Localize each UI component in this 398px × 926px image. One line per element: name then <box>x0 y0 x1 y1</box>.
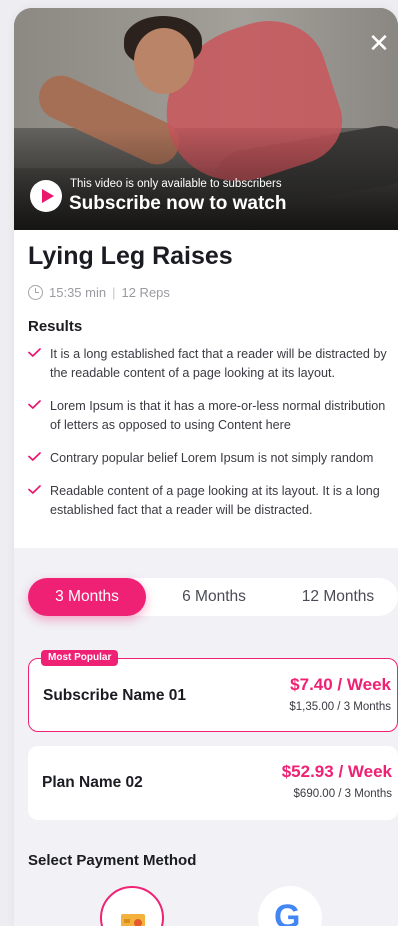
video-figure-head <box>134 28 194 94</box>
card-icon <box>121 914 145 926</box>
clock-icon <box>28 285 43 300</box>
google-icon: G <box>274 898 301 926</box>
result-text: It is a long established fact that a rea… <box>50 347 387 380</box>
check-icon <box>28 348 41 357</box>
result-item: Contrary popular belief Lorem Ipsum is n… <box>28 449 398 468</box>
plan-name: Subscribe Name 01 <box>43 687 187 704</box>
plan-weekly-price: $52.93 / Week <box>281 762 392 781</box>
pay-with-google-button[interactable]: G <box>258 886 322 926</box>
subscriber-note: This video is only available to subscrib… <box>70 178 282 190</box>
most-popular-badge: Most Popular <box>41 650 119 666</box>
plan-card-01[interactable]: Most Popular Subscribe Name 01 $7.40 / W… <box>28 650 398 732</box>
result-text: Lorem Ipsum is that it has a more-or-les… <box>50 399 386 432</box>
plan-card-02[interactable]: Plan Name 02 $52.93 / Week $690.00 / 3 M… <box>28 746 398 820</box>
video-preview[interactable]: ✕ This video is only available to subscr… <box>14 8 398 230</box>
plan-total-price: $690.00 / 3 Months <box>293 788 392 800</box>
workout-meta: 15:35 min | 12 Reps <box>28 285 170 300</box>
play-button[interactable] <box>30 180 62 212</box>
tab-3-months[interactable]: 3 Months <box>28 578 146 616</box>
result-text: Contrary popular belief Lorem Ipsum is n… <box>50 451 374 465</box>
payment-heading: Select Payment Method <box>28 852 197 869</box>
duration-tabs: 3 Months 6 Months 12 Months <box>28 578 398 616</box>
check-icon <box>28 400 41 409</box>
workout-reps: 12 Reps <box>121 285 170 300</box>
results-heading: Results <box>28 318 83 335</box>
plan-weekly-price: $7.40 / Week <box>290 675 391 694</box>
check-icon <box>28 452 41 461</box>
play-icon <box>42 189 54 203</box>
workout-title: Lying Leg Raises <box>28 242 233 270</box>
subscribe-cta[interactable]: Subscribe now to watch <box>69 193 286 215</box>
result-item: Readable content of a page looking at it… <box>28 482 398 520</box>
close-icon: ✕ <box>368 28 390 58</box>
pay-with-card-button[interactable] <box>100 886 164 926</box>
tab-12-months[interactable]: 12 Months <box>278 578 398 616</box>
pricing-section: 3 Months 6 Months 12 Months Most Popular… <box>14 548 398 926</box>
result-text: Readable content of a page looking at it… <box>50 484 380 517</box>
tab-6-months[interactable]: 6 Months <box>154 578 274 616</box>
close-button[interactable]: ✕ <box>366 30 392 56</box>
plan-total-price: $1,35.00 / 3 Months <box>289 701 391 713</box>
check-icon <box>28 485 41 494</box>
subscription-sheet: ✕ This video is only available to subscr… <box>14 8 398 926</box>
plan-name: Plan Name 02 <box>42 774 143 791</box>
screen: ✕ This video is only available to subscr… <box>0 0 398 926</box>
result-item: It is a long established fact that a rea… <box>28 345 398 383</box>
workout-duration: 15:35 min <box>49 285 107 300</box>
result-item: Lorem Ipsum is that it has a more-or-les… <box>28 397 398 435</box>
meta-divider: | <box>112 285 116 300</box>
